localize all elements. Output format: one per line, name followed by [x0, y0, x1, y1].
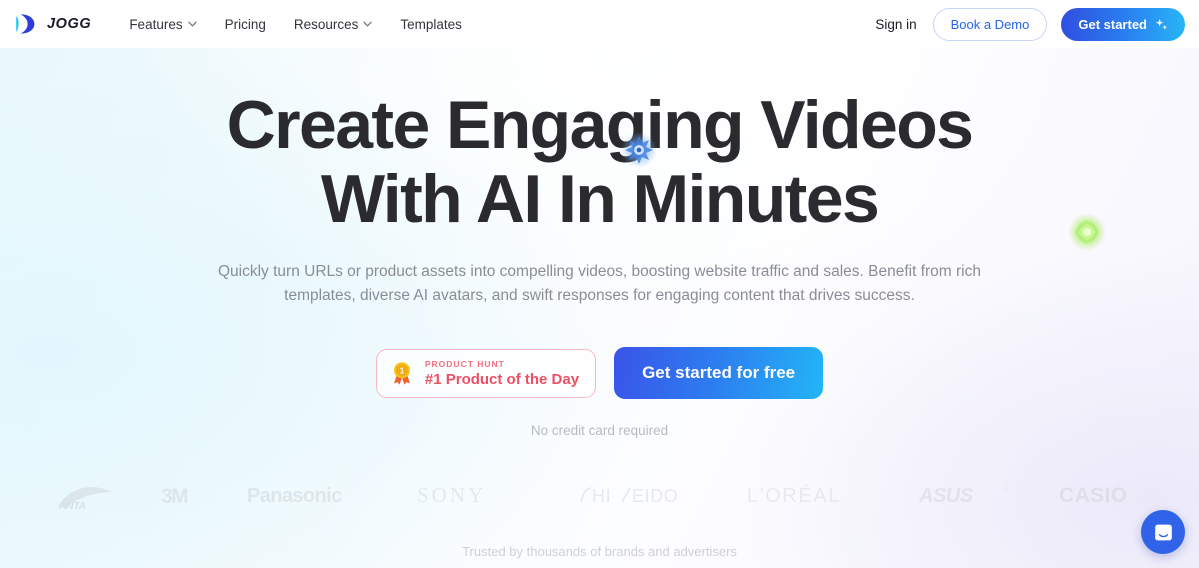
brand-logo[interactable]: JOGG	[12, 11, 91, 37]
svg-text:Panasonic: Panasonic	[247, 485, 342, 507]
brand-logo-panasonic: Panasonic	[247, 485, 343, 507]
brand-logo-text: JOGG	[47, 16, 92, 32]
hero-cta-row: 1 PRODUCT HUNT #1 Product of the Day Get…	[375, 347, 824, 399]
brand-logo-shiseido: HI EIDO	[579, 486, 678, 506]
svg-text:ASUS: ASUS	[918, 485, 974, 507]
nav-item-features[interactable]: Features	[129, 16, 197, 32]
brand-logo-asus: ASUS ®	[918, 485, 1010, 507]
nav-actions: Sign in Book a Demo Get started	[873, 7, 1185, 41]
nav-item-templates-label: Templates	[400, 16, 462, 32]
svg-text:1: 1	[400, 366, 405, 375]
product-hunt-text: PRODUCT HUNT #1 Product of the Day	[425, 359, 579, 388]
green-glow-blob-icon	[1067, 213, 1106, 251]
svg-text:CASIO: CASIO	[1059, 484, 1128, 507]
trusted-by-label: Trusted by thousands of brands and adver…	[462, 544, 737, 559]
gold-medal-icon: 1	[393, 361, 410, 385]
nav-item-features-label: Features	[129, 16, 183, 32]
primary-nav-links: Features Pricing Resources Templates	[129, 17, 462, 32]
top-navigation-bar: JOGG Features Pricing Resources Template…	[0, 0, 1199, 48]
svg-text:3M: 3M	[161, 485, 188, 508]
hero-subheading: Quickly turn URLs or product assets into…	[217, 263, 981, 304]
sparkle-icon	[1155, 18, 1168, 30]
nav-item-templates[interactable]: Templates	[400, 17, 462, 32]
nav-item-resources-label: Resources	[293, 16, 359, 32]
sign-in-link[interactable]: Sign in	[873, 13, 918, 36]
brand-logo-casio: CASIO	[1059, 484, 1128, 507]
nav-item-pricing[interactable]: Pricing	[225, 17, 266, 32]
chat-widget-button[interactable]	[1141, 510, 1185, 554]
chat-bubble-icon	[1154, 524, 1172, 540]
get-started-button[interactable]: Get started	[1061, 7, 1185, 41]
product-hunt-kicker: PRODUCT HUNT	[424, 358, 505, 369]
svg-text:ANTA: ANTA	[58, 501, 86, 512]
jogg-logo-icon	[16, 14, 35, 34]
get-started-for-free-button[interactable]: Get started for free	[614, 347, 824, 399]
svg-text:SONY: SONY	[417, 483, 486, 507]
hero-heading-line-2: With AI In Minutes	[320, 161, 880, 237]
svg-text:®: ®	[1004, 486, 1010, 494]
brand-logo-3m: 3M	[161, 485, 190, 508]
svg-text:HI: HI	[592, 486, 611, 506]
book-a-demo-button[interactable]: Book a Demo	[932, 7, 1048, 41]
chevron-down-icon	[363, 21, 373, 27]
brand-logo-anta: ANTA	[57, 487, 112, 512]
nav-item-resources[interactable]: Resources	[294, 17, 373, 32]
svg-text:L'ORÉAL: L'ORÉAL	[747, 484, 841, 507]
get-started-button-label: Get started	[1078, 16, 1147, 32]
svg-text:EIDO: EIDO	[632, 486, 678, 506]
brand-logo-loreal: L'ORÉAL	[747, 484, 841, 507]
brand-logo-sony: SONY	[417, 483, 486, 507]
hero-section: Create Engaging Videos With AI In Minute…	[0, 48, 1199, 568]
product-hunt-badge[interactable]: 1 PRODUCT HUNT #1 Product of the Day	[375, 348, 597, 398]
chevron-down-icon	[187, 21, 197, 27]
page-title: Create Engaging Videos With AI In Minute…	[226, 87, 1106, 251]
nav-item-pricing-label: Pricing	[224, 16, 266, 32]
no-credit-card-note: No credit card required	[530, 423, 669, 438]
hero-heading-line-1: Create Engaging Videos	[226, 87, 974, 163]
product-hunt-title: #1 Product of the Day	[424, 370, 580, 388]
brand-logo-strip: ANTA 3M Panasonic SONY HI EIDO L'ORÉAL A…	[0, 478, 1199, 512]
